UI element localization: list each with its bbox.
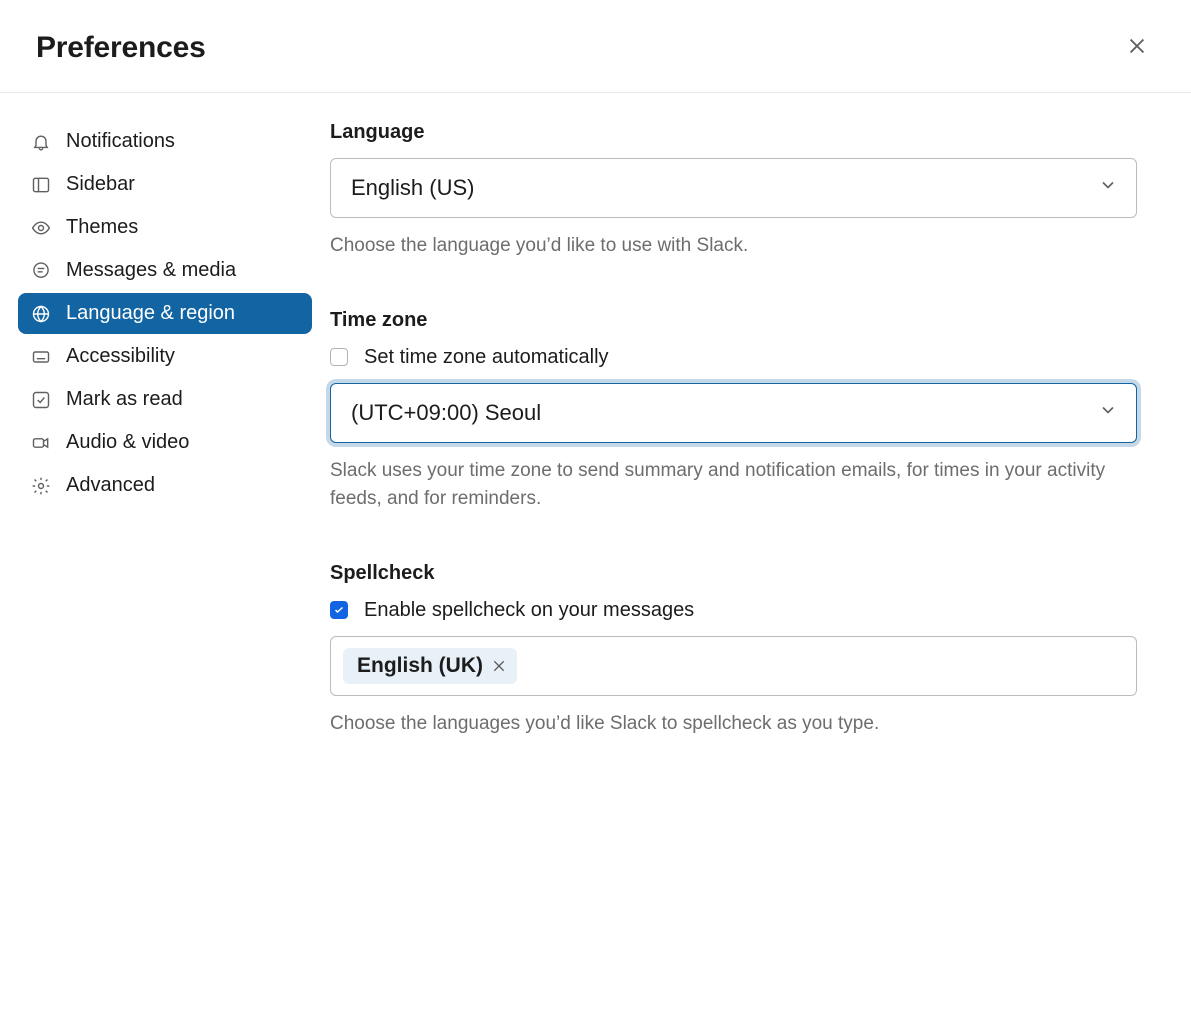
timezone-select-value: (UTC+09:00) Seoul	[351, 400, 541, 426]
language-select[interactable]: English (US)	[330, 158, 1137, 218]
language-title: Language	[330, 121, 1137, 144]
language-select-value: English (US)	[351, 175, 474, 201]
sidebar-item-label: Notifications	[66, 130, 175, 153]
sidebar-item-label: Sidebar	[66, 173, 135, 196]
timezone-section: Time zone Set time zone automatically (U…	[330, 309, 1137, 514]
sidebar-item-themes[interactable]: Themes	[18, 207, 312, 248]
sidebar-item-label: Messages & media	[66, 259, 236, 282]
sidebar-item-notifications[interactable]: Notifications	[18, 121, 312, 162]
sidebar-item-label: Accessibility	[66, 345, 175, 368]
sidebar-item-label: Mark as read	[66, 388, 183, 411]
spellcheck-enable-checkbox[interactable]	[330, 601, 348, 619]
eye-icon	[30, 217, 52, 239]
tag-label: English (UK)	[357, 654, 483, 678]
timezone-title: Time zone	[330, 309, 1137, 332]
gear-icon	[30, 475, 52, 497]
main-panel: Language English (US) Choose the languag…	[330, 121, 1191, 786]
spellcheck-section: Spellcheck Enable spellcheck on your mes…	[330, 562, 1137, 739]
language-help: Choose the language you’d like to use wi…	[330, 232, 1137, 261]
sidebar-icon	[30, 174, 52, 196]
globe-icon	[30, 303, 52, 325]
sidebar-item-label: Advanced	[66, 474, 155, 497]
spellcheck-title: Spellcheck	[330, 562, 1137, 585]
language-section: Language English (US) Choose the languag…	[330, 121, 1137, 261]
page-title: Preferences	[36, 31, 206, 65]
sidebar-item-advanced[interactable]: Advanced	[18, 465, 312, 506]
sidebar-item-label: Language & region	[66, 302, 235, 325]
sidebar-item-sidebar[interactable]: Sidebar	[18, 164, 312, 205]
bell-icon	[30, 131, 52, 153]
timezone-auto-checkbox-row[interactable]: Set time zone automatically	[330, 346, 1137, 369]
close-icon	[1126, 35, 1148, 62]
sidebar-item-mark-as-read[interactable]: Mark as read	[18, 379, 312, 420]
spellcheck-language-tag: English (UK)	[343, 648, 517, 684]
sidebar: Notifications Sidebar Themes Messages & …	[0, 121, 330, 786]
timezone-auto-checkbox[interactable]	[330, 348, 348, 366]
chevron-down-icon	[1098, 175, 1118, 201]
sidebar-item-accessibility[interactable]: Accessibility	[18, 336, 312, 377]
message-icon	[30, 260, 52, 282]
spellcheck-help: Choose the languages you’d like Slack to…	[330, 710, 1137, 739]
spellcheck-languages-input[interactable]: English (UK)	[330, 636, 1137, 696]
sidebar-item-label: Themes	[66, 216, 138, 239]
chevron-down-icon	[1098, 400, 1118, 426]
video-icon	[30, 432, 52, 454]
sidebar-item-messages-media[interactable]: Messages & media	[18, 250, 312, 291]
timezone-select[interactable]: (UTC+09:00) Seoul	[330, 383, 1137, 443]
timezone-help: Slack uses your time zone to send summar…	[330, 457, 1137, 514]
spellcheck-enable-label: Enable spellcheck on your messages	[364, 599, 694, 622]
close-button[interactable]	[1119, 30, 1155, 66]
keyboard-icon	[30, 346, 52, 368]
sidebar-item-audio-video[interactable]: Audio & video	[18, 422, 312, 463]
sidebar-item-language-region[interactable]: Language & region	[18, 293, 312, 334]
tag-remove-button[interactable]	[491, 658, 507, 674]
sidebar-item-label: Audio & video	[66, 431, 189, 454]
timezone-auto-label: Set time zone automatically	[364, 346, 609, 369]
check-square-icon	[30, 389, 52, 411]
spellcheck-enable-checkbox-row[interactable]: Enable spellcheck on your messages	[330, 599, 1137, 622]
header: Preferences	[0, 0, 1191, 93]
